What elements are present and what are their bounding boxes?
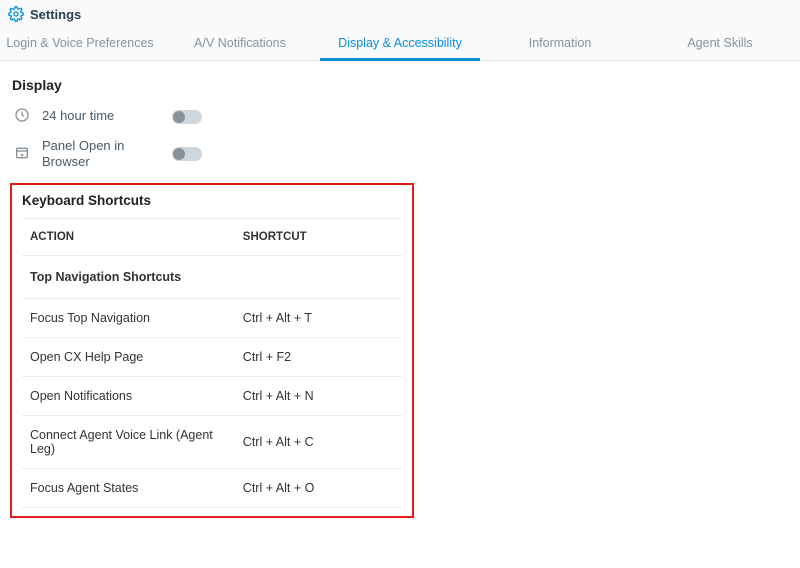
cell-action: Focus Agent States [22,468,235,507]
cell-shortcut: Ctrl + Alt + C [235,415,402,468]
tab-agent-skills[interactable]: Agent Skills [640,26,800,60]
tab-bar: Login & Voice Preferences A/V Notificati… [0,26,800,61]
cell-shortcut: Ctrl + Alt + T [235,298,402,337]
keyboard-shortcuts-section: Keyboard Shortcuts ACTION SHORTCUT Top N… [10,183,414,518]
clock-icon [12,107,32,126]
cell-action: Focus Top Navigation [22,298,235,337]
table-row: Open CX Help Page Ctrl + F2 [22,337,402,376]
content-area: Display 24 hour time Panel Open in Brows… [0,61,800,528]
setting-panel-open: Panel Open in Browser [10,132,370,177]
tab-login-voice[interactable]: Login & Voice Preferences [0,26,160,60]
keyboard-shortcuts-table: ACTION SHORTCUT Top Navigation Shortcuts… [22,218,402,508]
tab-av-notifications[interactable]: A/V Notifications [160,26,320,60]
table-row: Open Notifications Ctrl + Alt + N [22,376,402,415]
keyboard-shortcuts-title: Keyboard Shortcuts [12,193,412,218]
tab-information[interactable]: Information [480,26,640,60]
cell-shortcut: Ctrl + Alt + N [235,376,402,415]
gear-icon [8,6,24,22]
table-row: Focus Top Navigation Ctrl + Alt + T [22,298,402,337]
settings-header: Settings [0,0,800,26]
subheader-top-nav-label: Top Navigation Shortcuts [22,255,402,298]
setting-24hour-label: 24 hour time [42,108,162,124]
setting-panel-open-label: Panel Open in Browser [42,138,162,171]
cell-shortcut: Ctrl + F2 [235,337,402,376]
toggle-24hour[interactable] [172,110,202,124]
toggle-panel-open[interactable] [172,147,202,161]
col-action: ACTION [22,218,235,255]
cell-shortcut: Ctrl + Alt + O [235,468,402,507]
cell-action: Open Notifications [22,376,235,415]
subheader-top-nav: Top Navigation Shortcuts [22,255,402,298]
cell-action: Open CX Help Page [22,337,235,376]
display-section-title: Display [12,77,790,93]
table-row: Focus Agent States Ctrl + Alt + O [22,468,402,507]
page-title: Settings [30,7,81,22]
col-shortcut: SHORTCUT [235,218,402,255]
setting-24hour: 24 hour time [10,101,370,132]
table-row: Connect Agent Voice Link (Agent Leg) Ctr… [22,415,402,468]
browser-panel-icon [12,145,32,164]
tab-display-accessibility[interactable]: Display & Accessibility [320,26,480,60]
cell-action: Connect Agent Voice Link (Agent Leg) [22,415,235,468]
